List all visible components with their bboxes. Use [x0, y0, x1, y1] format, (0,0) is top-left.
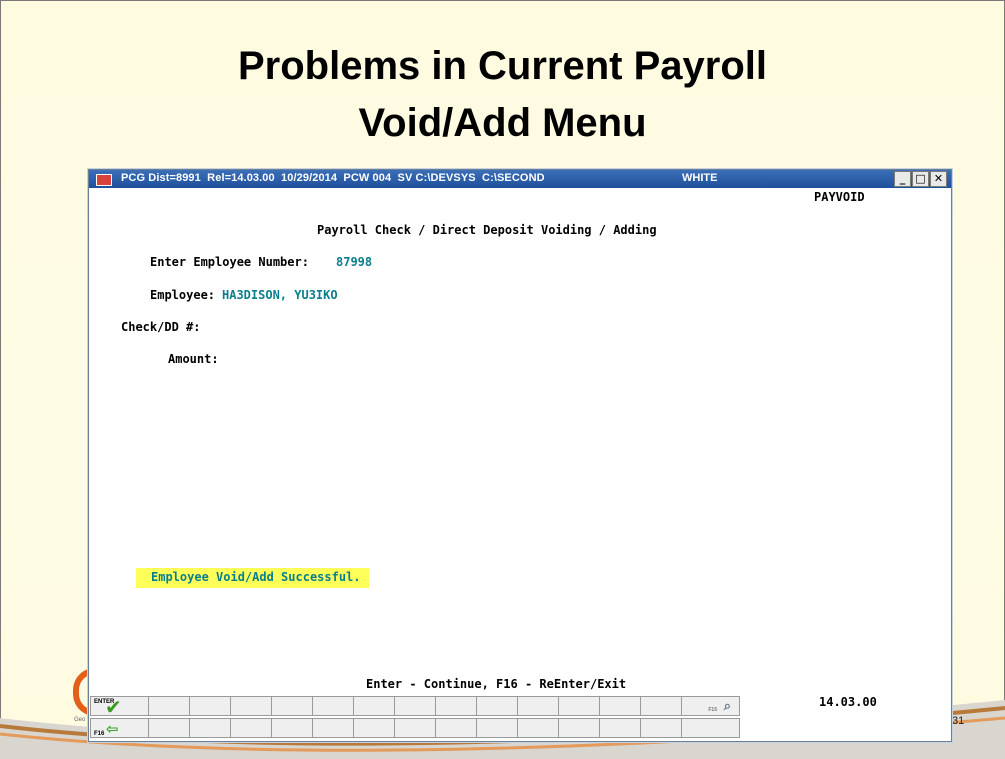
- function-key-hint: Enter - Continue, F16 - ReEnter/Exit: [366, 677, 627, 691]
- f15-key-label: F15: [708, 707, 717, 713]
- function-key[interactable]: [517, 696, 559, 716]
- function-key[interactable]: [558, 718, 600, 738]
- function-key[interactable]: [189, 696, 231, 716]
- function-key-row-2: F16 ⇦: [90, 718, 754, 739]
- minimize-button[interactable]: _: [894, 171, 911, 187]
- slide-title-line-1: Problems in Current Payroll: [237, 44, 768, 88]
- function-key[interactable]: [640, 696, 682, 716]
- search-icon: ⌕: [723, 699, 731, 714]
- version-label: 14.03.00: [819, 695, 877, 709]
- employee-number-label: Enter Employee Number:: [150, 255, 309, 269]
- function-key[interactable]: [681, 718, 740, 738]
- function-key[interactable]: [312, 696, 354, 716]
- screen-heading: Payroll Check / Direct Deposit Voiding /…: [317, 223, 657, 237]
- function-key[interactable]: [517, 718, 559, 738]
- f15-search-button[interactable]: F15 ⌕: [681, 696, 740, 716]
- function-key-bar: ENTER ✔ F15 ⌕ F16 ⇦: [90, 696, 754, 740]
- app-icon[interactable]: [96, 174, 112, 186]
- function-key[interactable]: [148, 696, 190, 716]
- function-key[interactable]: [640, 718, 682, 738]
- function-key[interactable]: [271, 696, 313, 716]
- window-controls: _ □ ✕: [894, 171, 947, 187]
- function-key[interactable]: [271, 718, 313, 738]
- function-key[interactable]: [394, 696, 436, 716]
- function-key[interactable]: [435, 718, 477, 738]
- employee-name-value: HA3DISON, YU3IKO: [222, 288, 338, 302]
- slide-title: Problems in Current Payroll Void/Add Men…: [100, 38, 905, 152]
- slide-number: 31: [952, 715, 965, 727]
- function-key[interactable]: [353, 718, 395, 738]
- screen-id: PAYVOID: [814, 190, 865, 204]
- function-key[interactable]: [435, 696, 477, 716]
- function-key[interactable]: [148, 718, 190, 738]
- slide-title-line-2: Void/Add Menu: [358, 101, 647, 145]
- f16-exit-button[interactable]: F16 ⇦: [90, 718, 149, 738]
- function-key[interactable]: [230, 696, 272, 716]
- employee-number-field[interactable]: 87998: [336, 255, 372, 269]
- function-key[interactable]: [312, 718, 354, 738]
- function-key-row-1: ENTER ✔ F15 ⌕: [90, 696, 754, 717]
- function-key[interactable]: [353, 696, 395, 716]
- function-key[interactable]: [476, 718, 518, 738]
- window-titlebar[interactable]: PCG Dist=8991 Rel=14.03.00 10/29/2014 PC…: [89, 170, 951, 188]
- payroll-window: PCG Dist=8991 Rel=14.03.00 10/29/2014 PC…: [88, 169, 952, 742]
- check-icon: ✔: [105, 695, 122, 719]
- function-key[interactable]: [599, 718, 641, 738]
- check-dd-label: Check/DD #:: [121, 320, 201, 334]
- terminal-screen: PAYVOID Payroll Check / Direct Deposit V…: [89, 189, 951, 741]
- function-key[interactable]: [599, 696, 641, 716]
- window-title: PCG Dist=8991 Rel=14.03.00 10/29/2014 PC…: [121, 172, 545, 184]
- enter-key-button[interactable]: ENTER ✔: [90, 695, 149, 719]
- maximize-button[interactable]: □: [912, 171, 929, 187]
- function-key[interactable]: [189, 718, 231, 738]
- function-key[interactable]: [558, 696, 600, 716]
- f16-key-label: F16: [94, 731, 105, 737]
- back-arrow-icon: ⇦: [106, 720, 119, 738]
- logo-text: Geo: [74, 717, 86, 723]
- amount-label: Amount:: [168, 352, 219, 366]
- function-key[interactable]: [394, 718, 436, 738]
- window-user: WHITE: [682, 172, 718, 184]
- employee-label: Employee:: [150, 288, 216, 302]
- close-button[interactable]: ✕: [930, 171, 947, 187]
- function-key[interactable]: [476, 696, 518, 716]
- status-message: Employee Void/Add Successful.: [136, 568, 369, 588]
- function-key[interactable]: [230, 718, 272, 738]
